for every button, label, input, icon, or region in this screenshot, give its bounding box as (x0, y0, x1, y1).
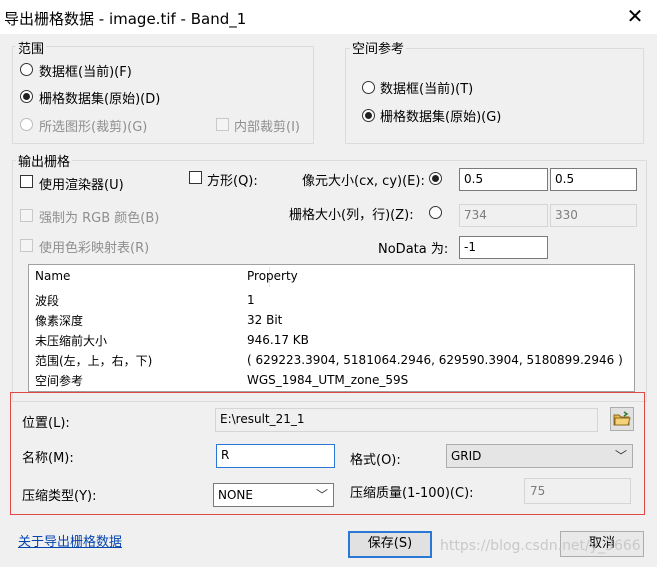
compression-quality-label: 压缩质量(1-100)(C): (350, 486, 474, 501)
name-input[interactable]: R (216, 444, 335, 468)
cell-size-x-input[interactable]: 0.5 (459, 168, 548, 191)
cell-size-radio[interactable] (429, 172, 442, 185)
property-name: 空间参考 (35, 374, 84, 388)
close-icon[interactable]: ✕ (624, 4, 646, 28)
extent-group-label: 范围 (16, 38, 47, 57)
extent-selected-graphics-label: 所选图形(裁剪)(G) (39, 120, 148, 135)
use-renderer-checkbox[interactable] (20, 175, 33, 188)
property-name: 范围(左，上，右，下) (35, 354, 153, 368)
cell-size-label: 像元大小(cx, cy)(E): (302, 174, 425, 189)
property-value: 946.17 KB (247, 333, 309, 347)
extent-raster-dataset-radio[interactable] (20, 90, 33, 103)
property-value: 32 Bit (247, 313, 283, 327)
property-value: WGS_1984_UTM_zone_59S (247, 373, 409, 387)
force-rgb-checkbox (20, 209, 33, 222)
save-button[interactable]: 保存(S) (348, 531, 432, 558)
internal-clip-checkbox (216, 118, 229, 131)
browse-folder-button[interactable] (610, 407, 634, 431)
spatial-ref-data-frame-label[interactable]: 数据框(当前)(T) (380, 78, 473, 97)
location-input[interactable]: E:\result_21_1 (215, 408, 598, 432)
watermark-text: https://blog.csdn.net/y_3666 (440, 538, 641, 554)
window-title: 导出栅格数据 - image.tif - Band_1 (4, 10, 247, 28)
compression-type-value: NONE (218, 488, 253, 502)
compression-type-label: 压缩类型(Y): (22, 489, 97, 504)
nodata-input[interactable]: -1 (459, 236, 548, 259)
spatial-ref-raster-dataset-label[interactable]: 栅格数据集(原始)(G) (380, 106, 501, 125)
name-label: 名称(M): (22, 451, 74, 466)
about-export-link[interactable]: 关于导出栅格数据 (18, 531, 122, 550)
nodata-label: NoData 为: (378, 242, 449, 257)
chevron-down-icon: ﹀ (315, 488, 328, 502)
square-label[interactable]: 方形(Q): (207, 170, 258, 189)
property-name: 波段 (35, 294, 60, 308)
force-rgb-label: 强制为 RGB 颜色(B) (39, 211, 160, 226)
cell-size-y-input[interactable]: 0.5 (550, 168, 637, 191)
property-value: ( 629223.3904, 5181064.2946, 629590.3904… (247, 353, 623, 367)
spatial-ref-group-label: 空间参考 (350, 38, 407, 57)
chevron-down-icon: ﹀ (614, 449, 627, 463)
property-name: 未压缩前大小 (35, 334, 108, 348)
property-value: 1 (247, 293, 255, 307)
compression-quality-input: 75 (524, 478, 631, 504)
column-header-property[interactable]: Property (247, 269, 298, 283)
raster-rows-input: 330 (550, 204, 637, 227)
folder-icon (613, 411, 631, 426)
format-label: 格式(O): (350, 453, 401, 468)
spatial-ref-data-frame-radio[interactable] (362, 81, 375, 94)
use-colormap-label: 使用色彩映射表(R) (39, 241, 150, 256)
compression-type-select[interactable]: NONE ﹀ (213, 483, 334, 507)
use-renderer-label[interactable]: 使用渲染器(U) (39, 174, 124, 193)
output-raster-group-label: 输出栅格 (16, 151, 73, 170)
square-checkbox[interactable] (189, 171, 202, 184)
internal-clip-label: 内部裁剪(I) (234, 120, 300, 135)
extent-data-frame-radio[interactable] (20, 63, 33, 76)
column-header-name[interactable]: Name (35, 269, 70, 283)
spatial-ref-raster-dataset-radio[interactable] (362, 109, 375, 122)
extent-data-frame-label[interactable]: 数据框(当前)(F) (39, 61, 132, 80)
raster-size-label: 栅格大小(列，行)(Z): (289, 208, 414, 223)
properties-list[interactable]: Name Property 波段 1 像素深度 32 Bit 未压缩前大小 94… (28, 264, 635, 392)
format-select-value: GRID (451, 449, 482, 463)
property-name: 像素深度 (35, 314, 84, 328)
extent-selected-graphics-radio (20, 118, 33, 131)
format-select[interactable]: GRID ﹀ (446, 444, 633, 468)
location-label: 位置(L): (22, 416, 70, 431)
extent-raster-dataset-label[interactable]: 栅格数据集(原始)(D) (39, 88, 160, 107)
title-bar: 导出栅格数据 - image.tif - Band_1 ✕ (0, 0, 657, 34)
raster-size-radio[interactable] (429, 206, 442, 219)
use-colormap-checkbox (20, 239, 33, 252)
raster-cols-input: 734 (459, 204, 548, 227)
